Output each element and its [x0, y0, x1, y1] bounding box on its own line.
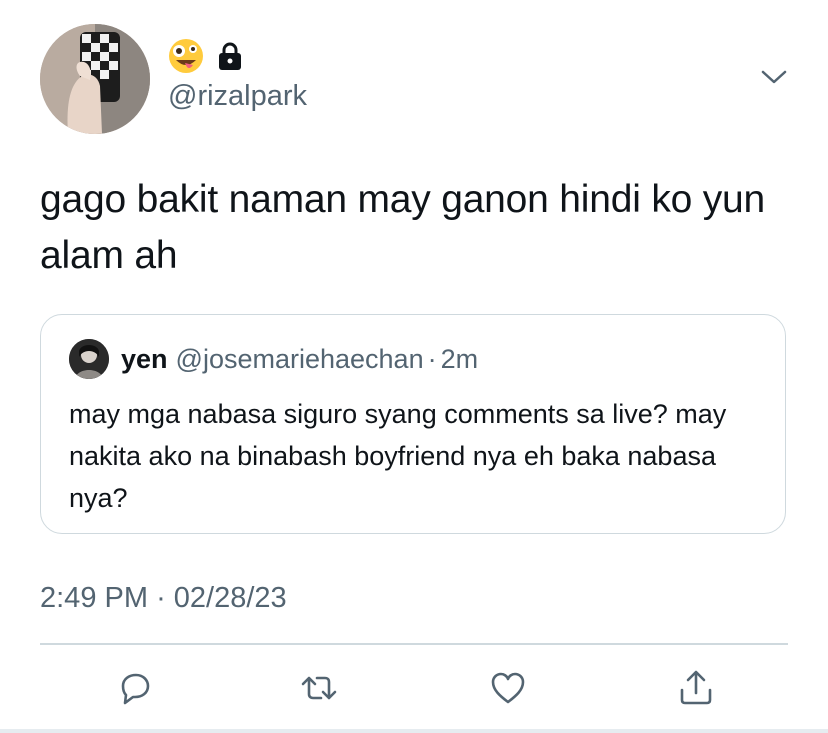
reply-button[interactable]: [115, 668, 155, 708]
quoted-separator: ·: [427, 343, 437, 374]
quoted-tweet-text: may mga nabasa siguro syang comments sa …: [69, 399, 727, 513]
quoted-time: 2m: [440, 343, 479, 374]
tweet-date[interactable]: 02/28/23: [174, 582, 287, 614]
quoted-author-handle: @josemariehaechan: [175, 343, 424, 374]
quoted-author-name: yen: [121, 343, 168, 374]
tweet-time[interactable]: 2:49 PM: [40, 582, 148, 614]
author-handle[interactable]: @rizalpark: [168, 80, 307, 113]
like-icon: [491, 672, 525, 704]
retweet-button[interactable]: [299, 668, 339, 708]
tweet-text: gago bakit naman may ganon hindi ko yun …: [40, 178, 766, 277]
divider: [40, 643, 788, 645]
zany-face-emoji-icon: [169, 39, 203, 73]
quoted-avatar[interactable]: [69, 339, 109, 379]
lock-icon: [219, 42, 241, 70]
author-name-row: [168, 38, 244, 74]
bottom-border: [0, 729, 828, 733]
quoted-avatar-image: [69, 339, 109, 379]
quoted-tweet[interactable]: yen @josemariehaechan · 2m may mga nabas…: [40, 314, 786, 534]
reply-icon: [121, 673, 150, 705]
like-button[interactable]: [488, 668, 528, 708]
tweet-meta: 2:49 PM · 02/28/23: [40, 582, 287, 615]
action-bar: [0, 668, 828, 708]
meta-separator: ·: [156, 582, 166, 614]
avatar-image: [40, 24, 150, 134]
author-avatar[interactable]: [40, 24, 150, 134]
quoted-tweet-header: yen @josemariehaechan · 2m: [69, 339, 478, 379]
retweet-icon: [301, 676, 337, 700]
share-icon: [680, 670, 712, 705]
share-button[interactable]: [676, 668, 716, 708]
chevron-down-icon[interactable]: [759, 66, 789, 88]
